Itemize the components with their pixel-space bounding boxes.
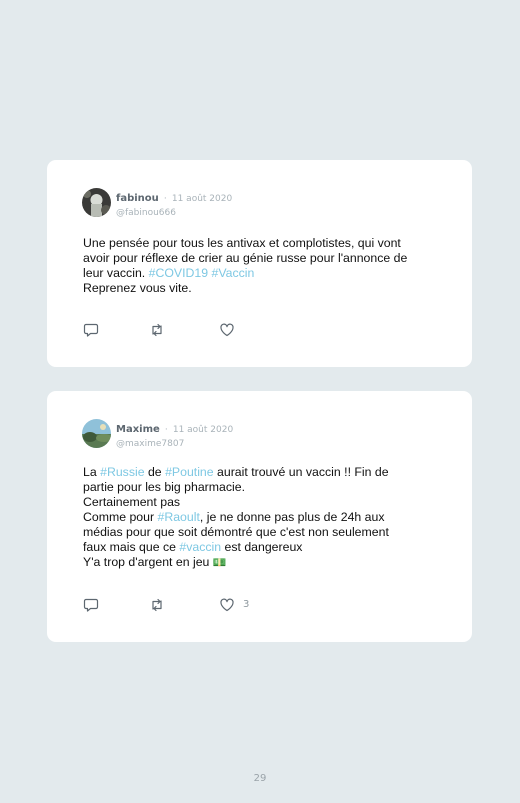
author-handle[interactable]: @maxime7807 — [116, 438, 233, 450]
avatar[interactable] — [82, 419, 111, 448]
tweet-line: avoir pour réflexe de crier au génie rus… — [83, 251, 443, 266]
hashtag-link[interactable]: #COVID19 — [149, 266, 208, 280]
text-segment: Reprenez vous vite. — [83, 281, 192, 295]
tweet-line: Reprenez vous vite. — [83, 281, 443, 296]
text-segment: aurait trouvé un vaccin !! Fin de — [213, 465, 389, 479]
tweet-line: Comme pour #Raoult, je ne donne pas plus… — [83, 510, 443, 525]
tweet-line: Une pensée pour tous les antivax et comp… — [83, 236, 443, 251]
avatar[interactable] — [82, 188, 111, 217]
author-name[interactable]: Maxime — [116, 424, 160, 435]
comment-icon[interactable] — [83, 322, 99, 338]
heart-icon[interactable] — [219, 597, 235, 613]
text-segment: La — [83, 465, 101, 479]
text-segment: leur vaccin. — [83, 266, 149, 280]
text-segment: est dangereux — [221, 540, 303, 554]
retweet-icon[interactable] — [149, 597, 165, 613]
author-handle[interactable]: @fabinou666 — [116, 207, 232, 219]
like-count: 3 — [243, 599, 250, 610]
tweet-text: La #Russie de #Poutine aurait trouvé un … — [83, 465, 443, 570]
tweet-line: leur vaccin. #COVID19 #Vaccin — [83, 266, 443, 281]
text-segment: avoir pour réflexe de crier au génie rus… — [83, 251, 408, 265]
comment-icon[interactable] — [83, 597, 99, 613]
text-segment: , je ne donne pas plus de 24h aux — [199, 510, 385, 524]
author-name[interactable]: fabinou — [116, 193, 159, 204]
hashtag-link[interactable]: #Poutine — [165, 465, 214, 479]
tweet-line: La #Russie de #Poutine aurait trouvé un … — [83, 465, 443, 480]
heart-icon[interactable] — [219, 322, 235, 338]
tweet-line: médias pour que soit démontré que c'est … — [83, 525, 443, 540]
tweet-line: partie pour les big pharmacie. — [83, 480, 443, 495]
text-segment: médias pour que soit démontré que c'est … — [83, 525, 389, 539]
hashtag-link[interactable]: #vaccin — [179, 540, 221, 554]
separator-dot: · — [163, 194, 167, 204]
hashtag-link[interactable]: #Vaccin — [212, 266, 255, 280]
page-number: 29 — [253, 773, 267, 784]
text-segment: Une pensée pour tous les antivax et comp… — [83, 236, 401, 250]
text-segment: partie pour les big pharmacie. — [83, 480, 245, 494]
retweet-icon[interactable] — [149, 322, 165, 338]
text-segment: Y'a trop d'argent en jeu — [83, 555, 213, 569]
tweet-date[interactable]: 11 août 2020 — [173, 425, 233, 435]
tweet-line: faux mais que ce #vaccin est dangereux — [83, 540, 443, 555]
text-segment: Comme pour — [83, 510, 158, 524]
tweet-text: Une pensée pour tous les antivax et comp… — [83, 236, 443, 296]
tweet-card: Maxime · 11 août 2020 @maxime7807 La #Ru… — [47, 391, 472, 642]
text-segment: Certainement pas — [83, 495, 181, 509]
separator-dot: · — [164, 425, 168, 435]
tweet-date[interactable]: 11 août 2020 — [172, 194, 232, 204]
hashtag-link[interactable]: #Raoult — [158, 510, 200, 524]
tweet-line: Y'a trop d'argent en jeu 💵 — [83, 555, 443, 570]
tweet-header: fabinou · 11 août 2020 @fabinou666 — [116, 190, 232, 219]
hashtag-link[interactable]: #Russie — [100, 465, 144, 479]
text-segment: de — [144, 465, 166, 479]
money-emoji: 💵 — [212, 556, 227, 569]
tweet-card: fabinou · 11 août 2020 @fabinou666 Une p… — [47, 160, 472, 367]
tweet-header: Maxime · 11 août 2020 @maxime7807 — [116, 421, 233, 450]
text-segment: faux mais que ce — [83, 540, 180, 554]
tweet-line: Certainement pas — [83, 495, 443, 510]
